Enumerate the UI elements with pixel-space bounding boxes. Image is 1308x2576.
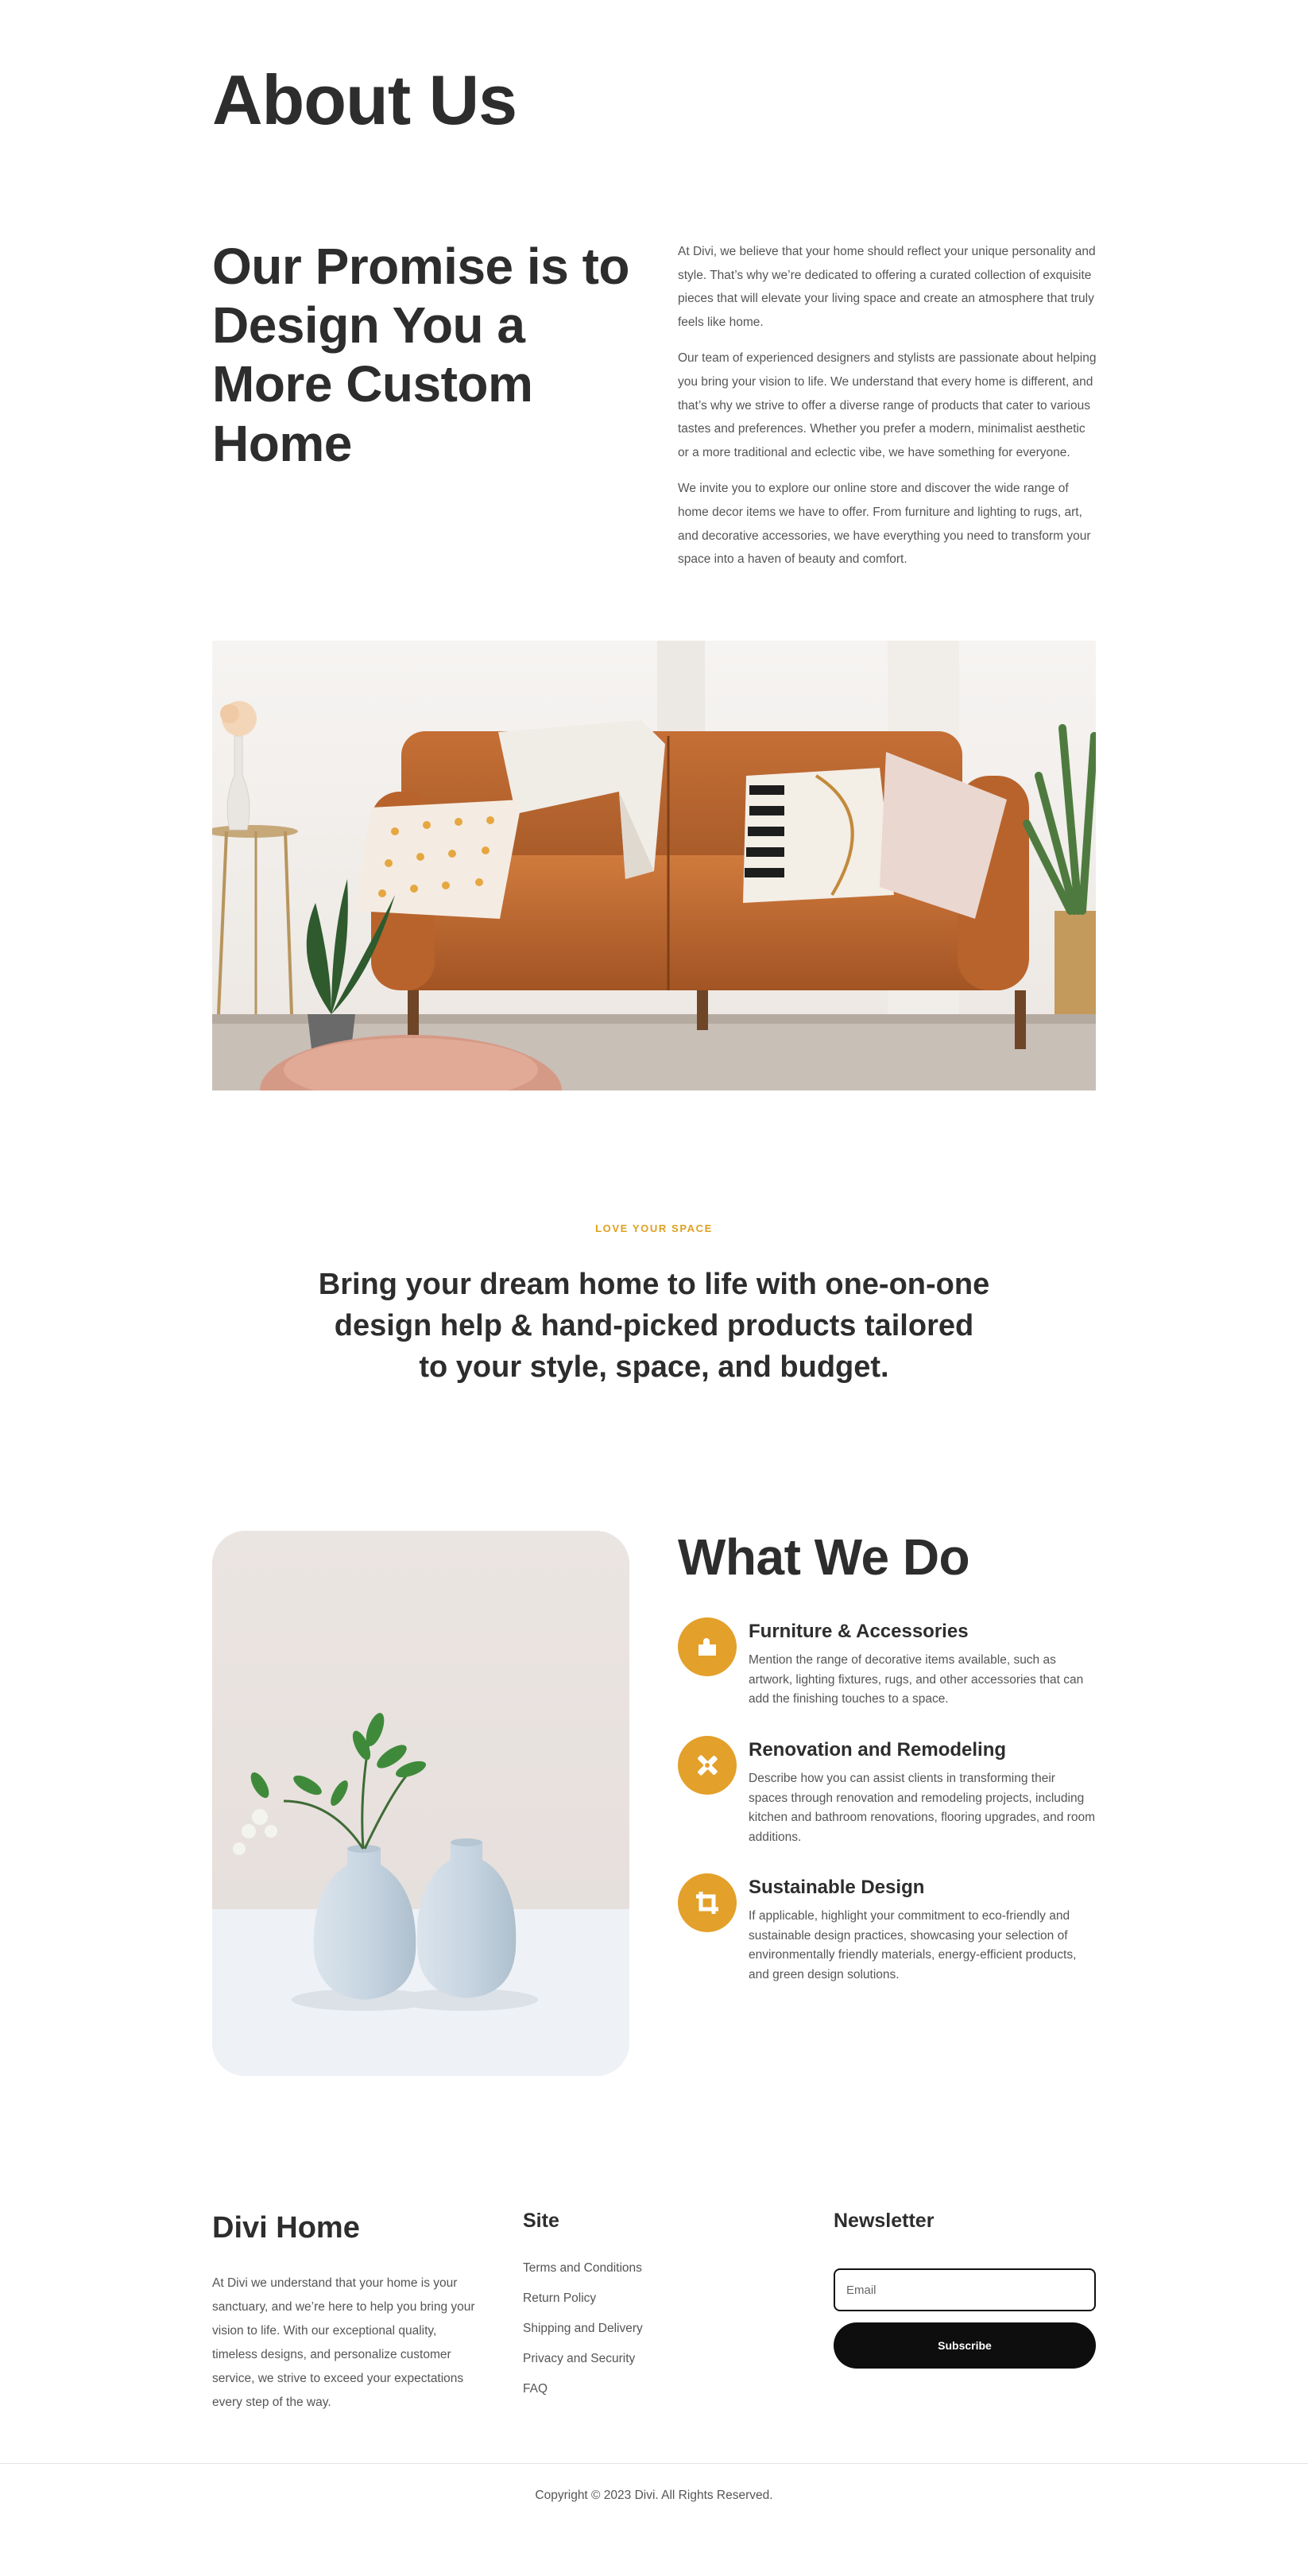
- promise-paragraph: We invite you to explore our online stor…: [678, 482, 1091, 567]
- footer-link-privacy[interactable]: Privacy and Security: [523, 2351, 643, 2367]
- sofa-living-room-image: [212, 641, 1096, 1090]
- footer-link-terms[interactable]: Terms and Conditions: [523, 2260, 643, 2276]
- footer-link-shipping[interactable]: Shipping and Delivery: [523, 2321, 643, 2337]
- section-tagline: Bring your dream home to life with one-o…: [318, 1268, 990, 1384]
- footer-divider: [0, 2463, 1308, 2464]
- newsletter-title: Newsletter: [834, 2210, 935, 2232]
- section-eyebrow: LOVE YOUR SPACE: [595, 1222, 713, 1234]
- promise-paragraph: Our team of experienced designers and st…: [678, 351, 1097, 459]
- service-title: Furniture & Accessories: [749, 1621, 969, 1642]
- service-description: Describe how you can assist clients in t…: [749, 1772, 1095, 1844]
- site-links-title: Site: [523, 2210, 559, 2232]
- vases-image: [212, 1531, 629, 2076]
- footer-brand: Divi Home: [212, 2211, 360, 2245]
- footer-link-returns[interactable]: Return Policy: [523, 2291, 643, 2307]
- services-heading: What We Do: [678, 1528, 970, 1586]
- email-field[interactable]: [834, 2268, 1096, 2311]
- puzzle-icon: [678, 1617, 737, 1676]
- crop-icon: [678, 1873, 737, 1932]
- site-links: Terms and Conditions Return Policy Shipp…: [523, 2260, 643, 2411]
- promise-heading: Our Promise is to Design You a More Cust…: [212, 238, 629, 472]
- promise-text: At Divi, we believe that your home shoul…: [678, 240, 1097, 584]
- footer-link-faq[interactable]: FAQ: [523, 2381, 643, 2397]
- service-description: Mention the range of decorative items av…: [749, 1653, 1084, 1706]
- promise-paragraph: At Divi, we believe that your home shoul…: [678, 245, 1096, 329]
- page-title: About Us: [212, 60, 517, 139]
- tools-icon: [678, 1736, 737, 1795]
- service-title: Sustainable Design: [749, 1877, 925, 1898]
- copyright-text: Copyright © 2023 Divi. All Rights Reserv…: [535, 2489, 773, 2502]
- service-description: If applicable, highlight your commitment…: [749, 1909, 1077, 1981]
- service-title: Renovation and Remodeling: [749, 1739, 1007, 1761]
- footer-about-text: At Divi we understand that your home is …: [212, 2276, 475, 2409]
- subscribe-button[interactable]: Subscribe: [834, 2322, 1096, 2369]
